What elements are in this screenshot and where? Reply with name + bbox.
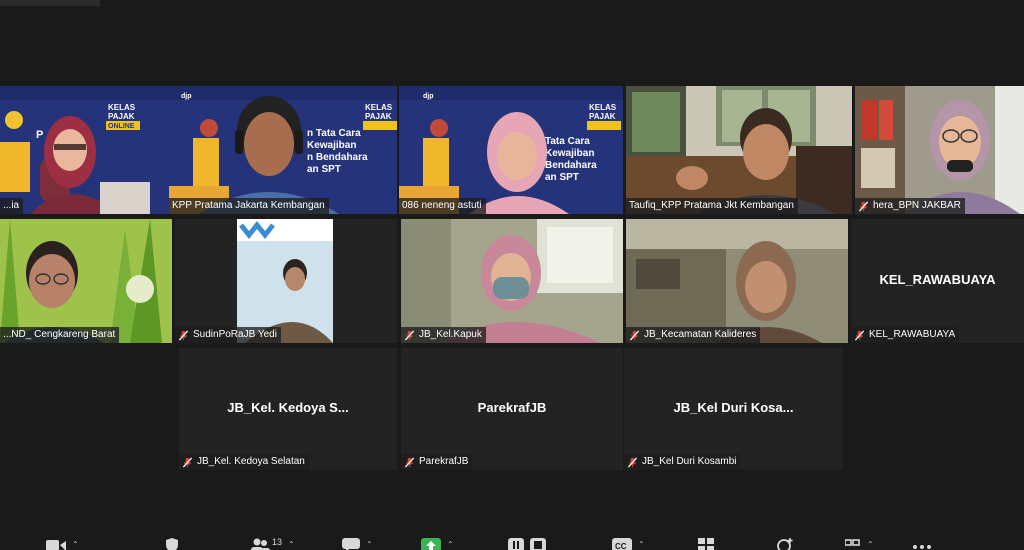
share-options-caret-icon[interactable]: ⌃: [447, 540, 454, 549]
participant-name-tag: ParekrafJB: [401, 454, 473, 470]
svg-text:djp: djp: [181, 93, 192, 100]
breakout-rooms-button[interactable]: [698, 538, 714, 550]
participant-video: P KELAS PAJAK ONLINE: [0, 86, 170, 214]
participants-icon: [251, 538, 270, 550]
svg-text:djp: djp: [423, 93, 434, 100]
participant-display-name: KEL_RAWABUAYA: [879, 272, 996, 287]
svg-text:Kewajiban: Kewajiban: [307, 140, 356, 151]
participant-name-tag: JB_Kel. Kedoya Selatan: [179, 454, 309, 470]
svg-text:Tata Cara: Tata Cara: [545, 136, 590, 147]
participant-display-name: JB_Kel Duri Kosa...: [673, 400, 794, 415]
shield-icon: [166, 538, 178, 550]
svg-text:Bendahara: Bendahara: [545, 160, 597, 171]
participant-name-tag: ...ia: [0, 198, 24, 214]
svg-text:CC: CC: [615, 542, 627, 550]
svg-text:n Tata Cara: n Tata Cara: [307, 128, 361, 139]
participant-tile-video-off[interactable]: JB_Kel. Kedoya S... JB_Kel. Kedoya Selat…: [179, 348, 397, 470]
mic-muted-icon: [182, 456, 193, 468]
svg-text:PAJAK: PAJAK: [589, 112, 616, 121]
participant-video: [0, 219, 172, 343]
video-options-caret-icon[interactable]: ⌃: [72, 540, 79, 549]
participant-name-tag: Taufiq_KPP Pratama Jkt Kembangan: [626, 198, 798, 214]
participant-video: [855, 86, 1024, 214]
participant-display-name: ParekrafJB: [477, 400, 547, 415]
participant-video: djp n Tata Cara Kewajiban n Bendahara an…: [169, 86, 397, 214]
participant-tile[interactable]: Taufiq_KPP Pratama Jkt Kembangan: [626, 86, 852, 214]
participant-tile[interactable]: djp Tata Cara Kewajiban Bendahara an SPT…: [399, 86, 623, 214]
chat-options-caret-icon[interactable]: ⌃: [366, 540, 373, 549]
participant-video: [626, 219, 848, 343]
smiley-add-icon: [777, 538, 793, 550]
participant-name-tag: KEL_RAWABUAYA: [851, 327, 960, 343]
participant-tile[interactable]: hera_BPN JAKBAR: [855, 86, 1024, 214]
share-screen-button[interactable]: ⌃: [421, 538, 454, 550]
participant-name-tag: JB_Kel.Kapuk: [401, 327, 486, 343]
svg-text:n Bendahara: n Bendahara: [307, 152, 368, 163]
svg-text:PAJAK: PAJAK: [108, 112, 135, 121]
closed-captions-button[interactable]: CC ⌃: [612, 538, 645, 550]
mic-muted-icon: [627, 456, 638, 468]
participant-name-tag: 086 neneng astuti: [399, 198, 486, 214]
meeting-toolbar: ⌃ 13 ⌃ ⌃ ⌃ CC ⌃ ⌃: [0, 532, 1024, 550]
chat-icon: [342, 538, 360, 550]
video-camera-icon: [46, 540, 66, 550]
svg-text:ONLINE: ONLINE: [108, 123, 135, 130]
svg-text:Kewajiban: Kewajiban: [545, 148, 594, 159]
participant-name-tag: JB_Kecamatan Kalideres: [626, 327, 761, 343]
mic-muted-icon: [858, 200, 869, 212]
security-button[interactable]: [165, 538, 179, 550]
apps-options-caret-icon[interactable]: ⌃: [867, 540, 874, 549]
window-title-chip: [0, 0, 100, 6]
participant-video: [626, 86, 852, 214]
mic-muted-icon: [404, 329, 415, 341]
participant-tile-video-off[interactable]: KEL_RAWABUAYA KEL_RAWABUAYA: [851, 219, 1024, 343]
share-screen-icon: [421, 538, 441, 550]
participant-name-tag: KPP Pratama Jakarta Kembangan: [169, 198, 329, 214]
participant-video: djp Tata Cara Kewajiban Bendahara an SPT…: [399, 86, 623, 214]
participant-display-name: JB_Kel. Kedoya S...: [227, 400, 349, 415]
more-button[interactable]: [912, 538, 932, 550]
pause-stop-record-icon: [508, 538, 546, 550]
captions-options-caret-icon[interactable]: ⌃: [638, 540, 645, 549]
participant-tile-active-speaker[interactable]: djp n Tata Cara Kewajiban n Bendahara an…: [169, 86, 397, 214]
participant-tile[interactable]: JB_Kecamatan Kalideres: [626, 219, 848, 343]
reactions-button[interactable]: [776, 538, 794, 550]
svg-text:KELAS: KELAS: [365, 103, 393, 112]
participant-tile[interactable]: SudinPoRaJB Yedi: [175, 219, 397, 343]
svg-text:an SPT: an SPT: [307, 164, 341, 175]
participant-name-tag: JB_Kel Duri Kosambi: [624, 454, 741, 470]
mic-muted-icon: [178, 329, 189, 341]
more-dots-icon: [913, 545, 931, 549]
participant-tile-video-off[interactable]: ParekrafJB ParekrafJB: [401, 348, 623, 470]
grid-icon: [698, 538, 714, 550]
mic-muted-icon: [854, 329, 865, 341]
participant-name-tag: hera_BPN JAKBAR: [855, 198, 965, 214]
participant-tile[interactable]: ...ND_ Cengkareng Barat: [0, 219, 172, 343]
video-button[interactable]: ⌃: [46, 538, 79, 550]
participant-video: [401, 219, 623, 343]
apps-icon: [845, 539, 860, 546]
recording-controls[interactable]: [508, 538, 548, 550]
participant-name-tag: SudinPoRaJB Yedi: [175, 327, 281, 343]
mic-muted-icon: [404, 456, 415, 468]
svg-text:KELAS: KELAS: [589, 103, 617, 112]
participant-name-tag: ...ND_ Cengkareng Barat: [0, 327, 120, 343]
svg-text:an SPT: an SPT: [545, 172, 579, 183]
participant-tile[interactable]: JB_Kel.Kapuk: [401, 219, 623, 343]
participant-tile-video-off[interactable]: JB_Kel Duri Kosa... JB_Kel Duri Kosambi: [624, 348, 843, 470]
participant-video: [175, 219, 397, 343]
chat-button[interactable]: ⌃: [342, 538, 373, 550]
participants-count: 13: [272, 537, 283, 547]
participant-tile[interactable]: P KELAS PAJAK ONLINE ...ia: [0, 86, 170, 214]
svg-text:KELAS: KELAS: [108, 103, 136, 112]
svg-text:P: P: [36, 129, 43, 141]
svg-text:PAJAK: PAJAK: [365, 112, 392, 121]
participants-options-caret-icon[interactable]: ⌃: [288, 540, 295, 549]
mic-muted-icon: [629, 329, 640, 341]
participants-button[interactable]: 13 ⌃: [250, 537, 295, 550]
closed-captions-icon: CC: [612, 538, 632, 550]
apps-button[interactable]: ⌃: [845, 538, 874, 550]
